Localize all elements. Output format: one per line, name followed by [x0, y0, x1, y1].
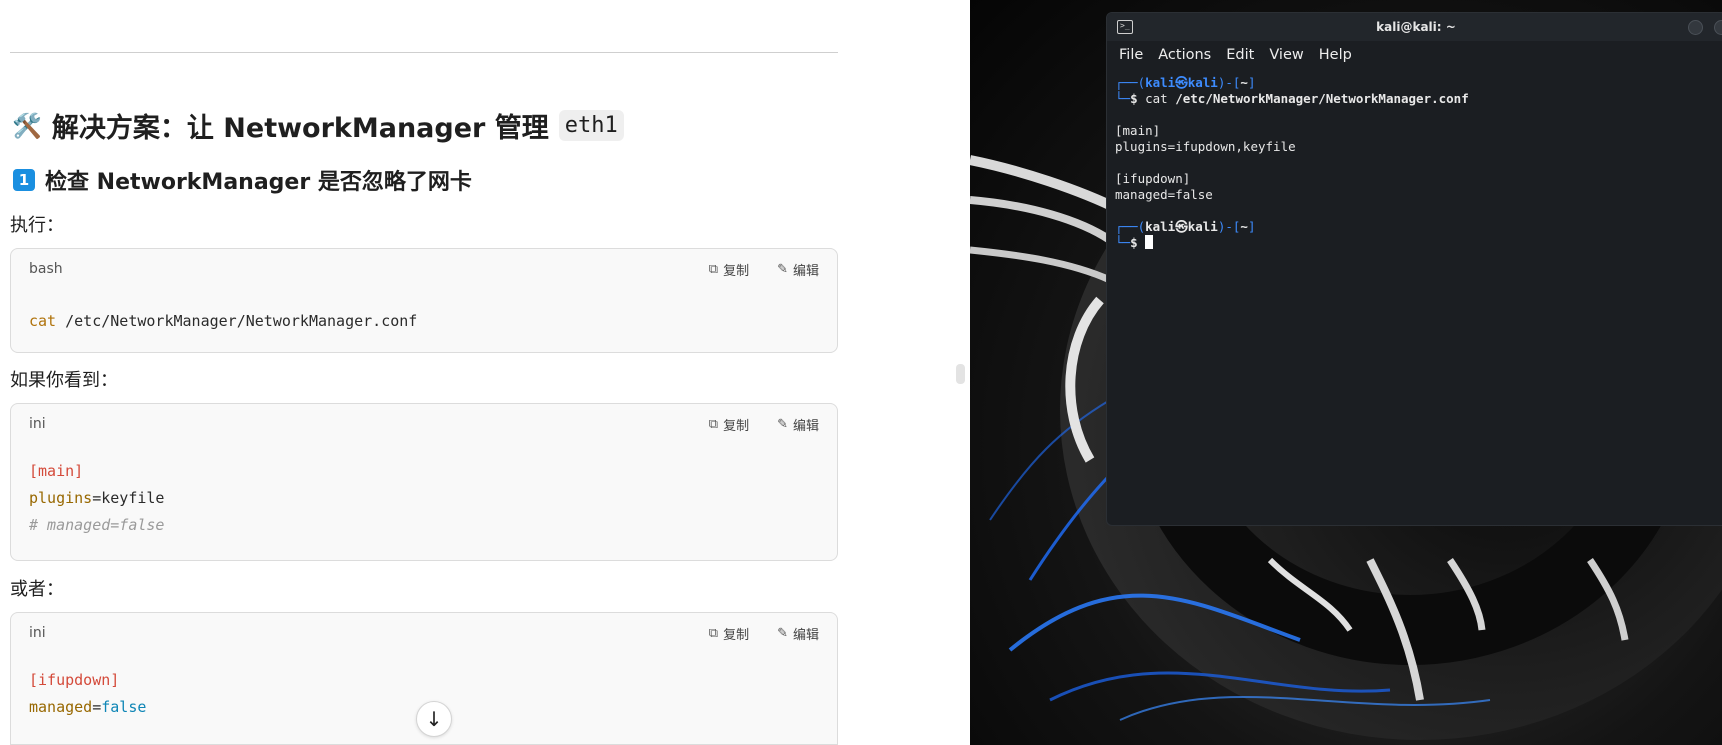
maximize-button[interactable] — [1714, 20, 1722, 35]
code-block-bash: bash ⧉ 复制 ✎ 编辑 cat /etc/NetworkManager/N… — [10, 248, 838, 353]
code-block-header: ini ⧉ 复制 ✎ 编辑 — [11, 404, 837, 444]
code-key: plugins — [29, 489, 93, 507]
code-section: [ifupdown] — [29, 671, 120, 689]
code-language-label: bash — [29, 261, 63, 277]
copy-button[interactable]: ⧉ 复制 — [709, 415, 749, 434]
code-content: [main] plugins=keyfile # managed=false — [11, 444, 837, 539]
copy-icon: ⧉ — [708, 416, 719, 432]
inline-code-eth1: eth1 — [558, 110, 624, 141]
code-section: [main] — [29, 462, 84, 480]
edit-button[interactable]: ✎ 编辑 — [777, 624, 819, 643]
command-line: └─$ cat /etc/NetworkManager/NetworkManag… — [1115, 91, 1469, 106]
output-line: plugins=ifupdown,keyfile — [1115, 139, 1296, 154]
code-value: false — [101, 698, 147, 716]
menu-help[interactable]: Help — [1319, 47, 1352, 63]
code-line: plugins=keyfile — [29, 485, 819, 512]
output-line: [main] — [1115, 123, 1161, 138]
divider — [10, 52, 838, 53]
copy-icon: ⧉ — [708, 625, 719, 641]
prompt-line: ┌──(kali㉿kali)-[~] — [1115, 219, 1256, 234]
output-line: managed=false — [1115, 187, 1213, 202]
pencil-icon: ✎ — [777, 261, 788, 277]
menu-actions[interactable]: Actions — [1158, 47, 1211, 63]
code-command: cat — [29, 312, 57, 330]
prompt-line: ┌──(kali㉿kali)-[~] — [1115, 75, 1256, 90]
terminal-output[interactable]: ┌──(kali㉿kali)-[~] └─$ cat /etc/NetworkM… — [1107, 69, 1722, 257]
tools-icon: 🛠️ — [12, 111, 42, 140]
output-line: [ifupdown] — [1115, 171, 1191, 186]
copy-label: 复制 — [723, 263, 750, 279]
code-block-header: bash ⧉ 复制 ✎ 编辑 — [11, 249, 837, 289]
edit-button[interactable]: ✎ 编辑 — [777, 415, 819, 434]
terminal-window[interactable]: >_ kali@kali: ~ File Actions Edit View H… — [1106, 12, 1722, 526]
code-language-label: ini — [29, 416, 46, 432]
scroll-down-button[interactable]: ↓ — [416, 701, 452, 737]
chat-pane: 🛠️ 解决方案：让 NetworkManager 管理 eth1 1 检查 Ne… — [0, 0, 970, 745]
step-heading: 1 检查 NetworkManager 是否忽略了网卡 — [13, 164, 472, 196]
terminal-titlebar[interactable]: >_ kali@kali: ~ — [1107, 13, 1722, 41]
menu-edit[interactable]: Edit — [1226, 47, 1254, 63]
code-language-label: ini — [29, 625, 46, 641]
text-cursor — [1145, 235, 1154, 249]
code-key: managed — [29, 698, 93, 716]
paragraph-if-you-see: 如果你看到： — [10, 370, 118, 391]
edit-button[interactable]: ✎ 编辑 — [777, 260, 819, 279]
edit-label: 编辑 — [792, 627, 819, 643]
edit-label: 编辑 — [792, 418, 819, 434]
active-prompt-line: └─$ — [1115, 235, 1717, 251]
copy-label: 复制 — [723, 627, 750, 643]
code-block-ini-main: ini ⧉ 复制 ✎ 编辑 [main] plugins=keyfile # m… — [10, 403, 838, 561]
code-argument: /etc/NetworkManager/NetworkManager.conf — [56, 312, 418, 330]
minimize-button[interactable] — [1688, 20, 1703, 35]
menu-file[interactable]: File — [1119, 47, 1143, 63]
pane-resize-handle[interactable] — [956, 364, 965, 384]
pencil-icon: ✎ — [777, 625, 788, 641]
menu-view[interactable]: View — [1269, 47, 1303, 63]
code-equals: = — [92, 698, 102, 716]
paragraph-or: 或者： — [10, 579, 64, 600]
step-heading-text: 检查 NetworkManager 是否忽略了网卡 — [45, 170, 472, 195]
solution-heading-text: 解决方案：让 NetworkManager 管理 — [51, 113, 549, 144]
edit-label: 编辑 — [792, 263, 819, 279]
terminal-title: kali@kali: ~ — [1376, 20, 1456, 34]
paragraph-execute: 执行： — [10, 215, 64, 236]
code-content: cat /etc/NetworkManager/NetworkManager.c… — [11, 289, 837, 335]
code-block-header: ini ⧉ 复制 ✎ 编辑 — [11, 613, 837, 653]
copy-label: 复制 — [723, 418, 750, 434]
code-comment: # managed=false — [29, 516, 165, 534]
code-value: =keyfile — [92, 489, 165, 507]
copy-icon: ⧉ — [708, 261, 719, 277]
step-number-badge: 1 — [13, 169, 35, 191]
code-line: cat /etc/NetworkManager/NetworkManager.c… — [29, 308, 819, 335]
arrow-down-icon: ↓ — [425, 707, 443, 731]
copy-button[interactable]: ⧉ 复制 — [709, 624, 749, 643]
solution-heading: 🛠️ 解决方案：让 NetworkManager 管理 eth1 — [12, 106, 624, 145]
pencil-icon: ✎ — [777, 416, 788, 432]
copy-button[interactable]: ⧉ 复制 — [709, 260, 749, 279]
terminal-menubar: File Actions Edit View Help — [1107, 41, 1722, 69]
